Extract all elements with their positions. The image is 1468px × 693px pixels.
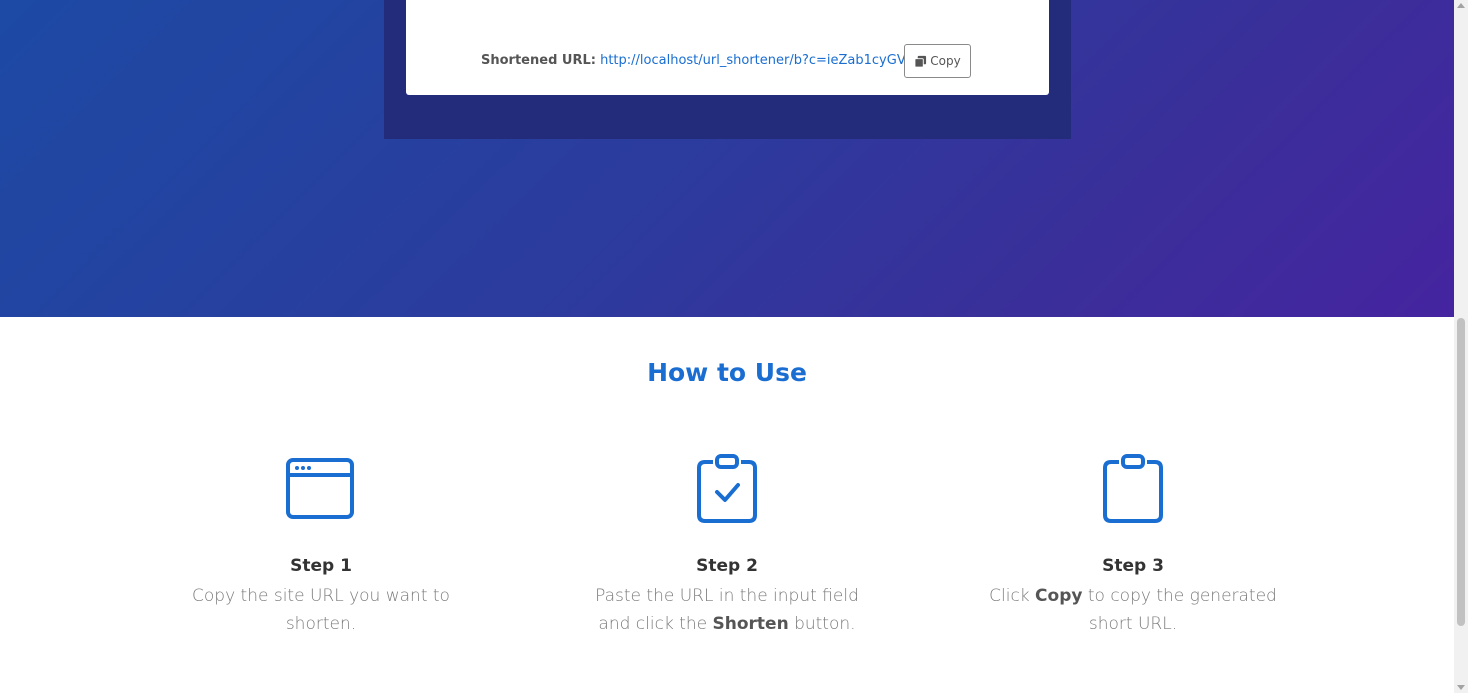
hero-section: Shortened URL: http://localhost/url_shor… [0, 0, 1454, 317]
step-3-title: Step 3 [1102, 556, 1164, 576]
step-3-description: Click Copy to copy the generated short U… [989, 586, 1277, 634]
step-1-description: Copy the site URL you want to shorten. [192, 586, 450, 634]
scroll-down-arrow-icon[interactable] [1457, 685, 1465, 690]
clipboard-check-icon [697, 454, 757, 523]
step-1: Step 1 Copy the site URL you want to sho… [171, 452, 471, 638]
result-card: Shortened URL: http://localhost/url_shor… [406, 0, 1049, 95]
browser-window-icon [286, 458, 354, 519]
step-3: Step 3 Click Copy to copy the generated … [983, 452, 1283, 638]
copy-button[interactable]: Copy [904, 44, 971, 78]
copy-keyword: Copy [1035, 586, 1083, 606]
clipboard-icon [1103, 454, 1163, 523]
copy-icon [914, 55, 927, 68]
scroll-up-arrow-icon[interactable] [1457, 3, 1465, 8]
how-to-use-title: How to Use [647, 358, 807, 387]
page-scrollbar[interactable] [1454, 0, 1468, 693]
shortened-url-line: Shortened URL: http://localhost/url_shor… [481, 53, 906, 68]
scrollbar-thumb[interactable] [1457, 318, 1465, 626]
shorten-keyword: Shorten [712, 614, 789, 634]
step-2: Step 2 Paste the URL in the input field … [577, 452, 877, 638]
shortened-url-label: Shortened URL: [481, 53, 596, 68]
copy-button-label: Copy [930, 54, 961, 68]
step-1-title: Step 1 [290, 556, 352, 576]
shortened-url-link[interactable]: http://localhost/url_shortener/b?c=ieZab… [600, 53, 906, 68]
step-2-title: Step 2 [696, 556, 758, 576]
step-2-description: Paste the URL in the input field and cli… [595, 586, 859, 634]
